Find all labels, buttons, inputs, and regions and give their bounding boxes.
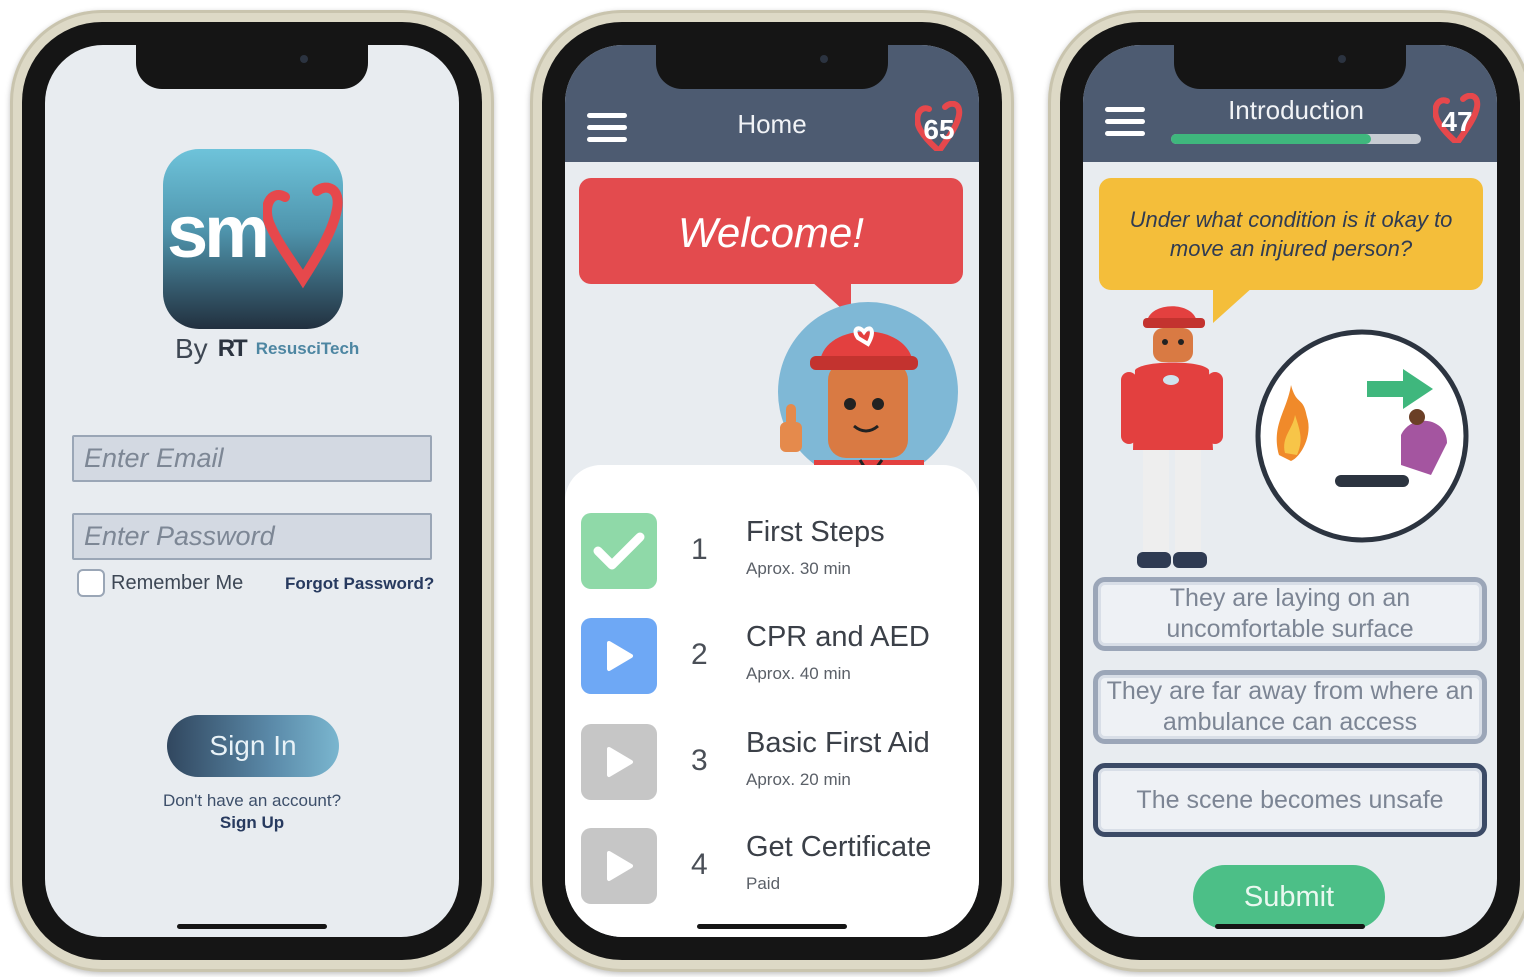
remember-me[interactable]: Remember Me	[77, 569, 243, 597]
lives-counter[interactable]: 65	[915, 101, 963, 151]
sign-up-link[interactable]: Sign Up	[45, 813, 459, 833]
lesson-item[interactable]: 4 Get Certificate Paid	[581, 828, 971, 908]
company-name: ResusciTech	[255, 339, 360, 358]
lesson-title: First Steps	[746, 516, 885, 548]
lives-counter[interactable]: 47	[1433, 93, 1481, 143]
email-field[interactable]	[72, 435, 432, 482]
home-indicator[interactable]	[177, 924, 327, 929]
lesson-title: CPR and AED	[746, 621, 930, 653]
remember-checkbox[interactable]	[77, 569, 105, 597]
question-text: Under what condition is it okay to move …	[1129, 207, 1453, 261]
lesson-list: 1 First Steps Aprox. 30 min 2 CPR and AE…	[565, 465, 979, 937]
quiz-screen: Introduction 47 Under what condition is …	[1083, 45, 1497, 937]
lesson-time: Aprox. 30 min	[746, 559, 851, 578]
answer-text: They are laying on an uncomfortable surf…	[1166, 584, 1414, 643]
home-indicator[interactable]	[1215, 924, 1365, 929]
company-mark: RT	[217, 335, 248, 362]
forgot-password-link[interactable]: Forgot Password?	[285, 574, 434, 594]
login-screen: sm By RT ResusciTech Remember Me Forgot …	[45, 45, 459, 937]
play-tile[interactable]	[581, 618, 657, 694]
lesson-number: 1	[691, 533, 708, 566]
welcome-bubble: Welcome!	[579, 178, 963, 284]
answer-text: The scene becomes unsafe	[1136, 785, 1444, 814]
lesson-item[interactable]: 3 Basic First Aid Aprox. 20 min	[581, 724, 971, 804]
answer-option-selected[interactable]: The scene becomes unsafe	[1093, 763, 1487, 837]
notch	[136, 45, 368, 89]
scene-unsafe-illustration	[1255, 329, 1469, 543]
phone-login: sm By RT ResusciTech Remember Me Forgot …	[10, 10, 494, 972]
lesson-title: Get Certificate	[746, 831, 932, 863]
home-screen: Home 65 Welcome! 1 First Steps Aprox. 30…	[565, 45, 979, 937]
play-icon	[607, 851, 633, 881]
lives-count: 47	[1441, 106, 1473, 137]
page-title: Introduction	[1228, 95, 1364, 125]
heart-logo-icon	[263, 182, 343, 289]
phone-quiz: Introduction 47 Under what condition is …	[1048, 10, 1524, 972]
answer-option[interactable]: They are laying on an uncomfortable surf…	[1093, 577, 1487, 651]
answer-text: They are far away from where an ambulanc…	[1106, 677, 1474, 736]
mascot-standing-illustration	[1121, 306, 1223, 568]
question-bubble: Under what condition is it okay to move …	[1099, 178, 1483, 290]
lesson-number: 3	[691, 744, 708, 777]
by-label: By	[175, 333, 208, 364]
app-logo: sm	[163, 149, 343, 329]
play-tile[interactable]	[581, 724, 657, 800]
play-icon	[607, 641, 633, 671]
complete-tile[interactable]	[581, 513, 657, 589]
play-tile[interactable]	[581, 828, 657, 904]
lesson-number: 2	[691, 638, 708, 671]
lesson-number: 4	[691, 848, 708, 881]
phone-home: Home 65 Welcome! 1 First Steps Aprox. 30…	[530, 10, 1014, 972]
submit-button[interactable]: Submit	[1193, 865, 1385, 929]
no-account-text: Don't have an account?	[162, 791, 342, 810]
lives-count: 65	[923, 114, 955, 145]
lesson-title: Basic First Aid	[746, 727, 930, 759]
lesson-time: Aprox. 40 min	[746, 664, 851, 683]
sign-in-button[interactable]: Sign In	[167, 715, 339, 777]
lesson-time: Aprox. 20 min	[746, 770, 851, 789]
progress-bar	[1171, 134, 1421, 144]
lesson-item[interactable]: 2 CPR and AED Aprox. 40 min	[581, 618, 971, 698]
password-field[interactable]	[72, 513, 432, 560]
lesson-time: Paid	[746, 874, 781, 893]
by-resuscitech: By RT ResusciTech	[175, 333, 359, 365]
check-icon	[593, 532, 645, 570]
menu-icon[interactable]	[1105, 107, 1145, 137]
logo-text: sm	[167, 190, 270, 273]
notch	[656, 45, 888, 89]
answer-option[interactable]: They are far away from where an ambulanc…	[1093, 670, 1487, 744]
home-indicator[interactable]	[697, 924, 847, 929]
lesson-item[interactable]: 1 First Steps Aprox. 30 min	[581, 513, 971, 593]
play-icon	[607, 747, 633, 777]
remember-label: Remember Me	[111, 571, 244, 594]
notch	[1174, 45, 1406, 89]
progress-fill	[1171, 134, 1371, 144]
